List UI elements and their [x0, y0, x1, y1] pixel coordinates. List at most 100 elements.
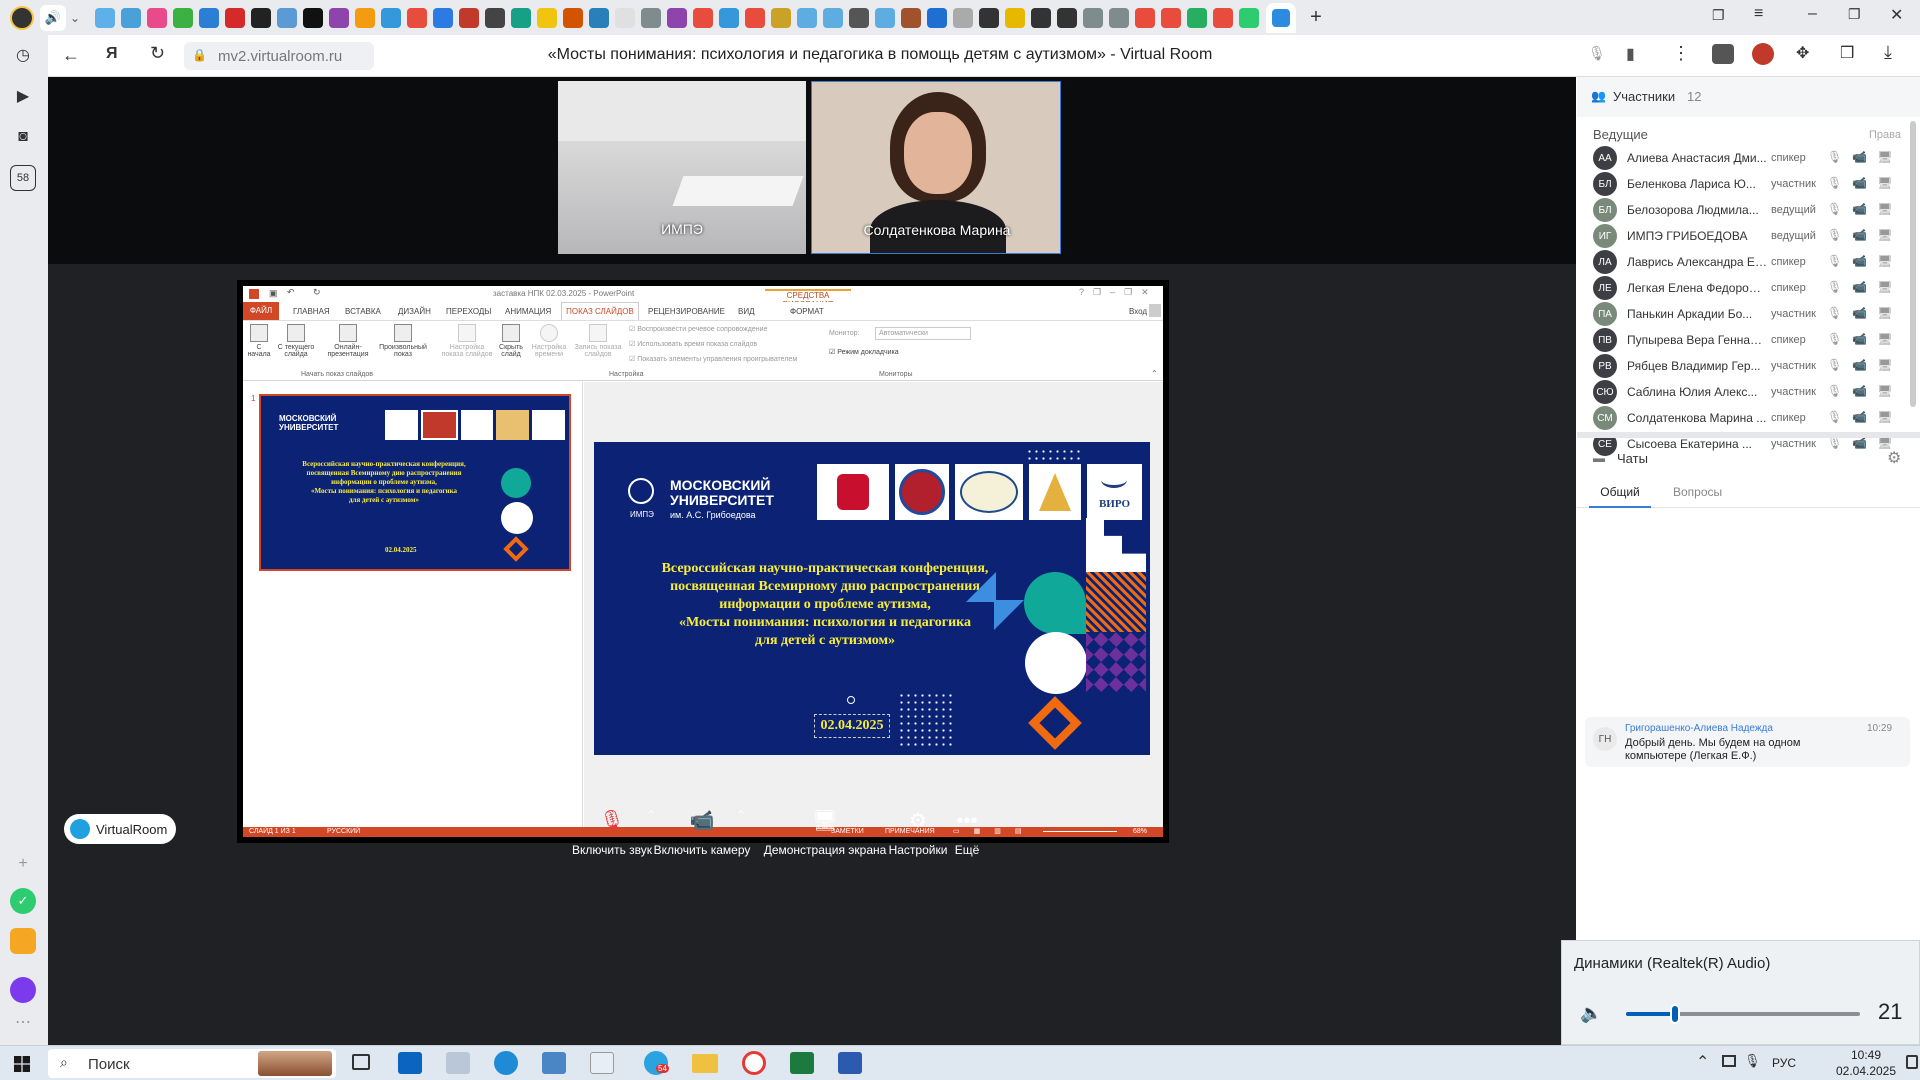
tab-icon[interactable]	[875, 7, 896, 28]
add-icon[interactable]: +	[10, 851, 36, 877]
rotate-handle-icon[interactable]	[847, 696, 855, 704]
tab-icon[interactable]	[901, 7, 922, 28]
participant-role[interactable]: спикер	[1771, 256, 1806, 268]
history-icon[interactable]: ◷	[10, 42, 36, 68]
online-button[interactable]: Онлайн-презентация	[323, 324, 373, 358]
tab-insert[interactable]: ВСТАВКА	[345, 307, 381, 316]
custom-show-button[interactable]: Произвольный показ	[375, 324, 431, 358]
tab-review[interactable]: РЕЦЕНЗИРОВАНИЕ	[648, 307, 725, 316]
language-indicator[interactable]: РУС	[1772, 1056, 1796, 1070]
more-vert-icon[interactable]: ⋮	[1672, 43, 1690, 64]
tab-file[interactable]: ФАЙЛ	[243, 302, 279, 320]
participant-role[interactable]: ведущий	[1771, 204, 1816, 216]
tab-icon[interactable]	[1213, 7, 1234, 28]
tab-icon[interactable]	[459, 7, 480, 28]
screen-share-button[interactable]: 🖥 Демонстрация экрана	[760, 809, 890, 857]
tab-format[interactable]: ФОРМАТ	[790, 307, 824, 316]
tab-icon[interactable]	[277, 7, 298, 28]
tab-animation[interactable]: АНИМАЦИЯ	[505, 307, 551, 316]
monitor-select[interactable]: Автоматически	[875, 327, 971, 340]
collections-icon[interactable]: ❒	[1840, 43, 1854, 63]
menu-icon[interactable]: ≡	[1754, 5, 1763, 23]
speaker-icon[interactable]: 🔈	[1580, 1003, 1602, 1024]
puzzle-icon[interactable]: ✥	[1796, 43, 1809, 63]
participant-controls-icon[interactable]: 🎙📹🖥	[1827, 306, 1902, 320]
ppt-undo-icon[interactable]: ↶	[287, 287, 295, 298]
setup-button[interactable]: Настройка показа слайдов	[439, 324, 495, 358]
extension-icon[interactable]	[1712, 44, 1734, 64]
ppt-save-icon[interactable]: ▣	[269, 288, 278, 299]
tray-chevron-icon[interactable]: ⌃	[1696, 1052, 1709, 1072]
audio-device-name[interactable]: Динамики (Realtek(R) Audio)	[1574, 955, 1770, 972]
tab-icon[interactable]	[719, 7, 740, 28]
tray-mic-icon[interactable]: 🎙	[1744, 1053, 1761, 1069]
tab-transitions[interactable]: ПЕРЕХОДЫ	[446, 307, 491, 316]
tab-icon[interactable]	[771, 7, 792, 28]
participant-role[interactable]: спикер	[1771, 282, 1806, 294]
url-field[interactable]: 🔒 mv2.virtualroom.ru	[184, 42, 374, 70]
clock-time[interactable]: 10:49	[1836, 1048, 1896, 1062]
download-icon[interactable]: ⤓	[1884, 42, 1892, 63]
video-tile-soldatenkova[interactable]: Солдатенкова Марина	[811, 81, 1061, 254]
outlook-app-icon[interactable]	[398, 1052, 422, 1074]
tab-icon[interactable]	[1057, 7, 1078, 28]
login-link[interactable]: Вход	[1129, 307, 1147, 316]
tab-icon[interactable]	[1083, 7, 1104, 28]
participant-controls-icon[interactable]: 🎙📹🖥	[1827, 150, 1902, 164]
tab-icon[interactable]	[355, 7, 376, 28]
tab-icon[interactable]	[1135, 7, 1156, 28]
badge-58[interactable]: 58	[10, 165, 36, 191]
participant-row[interactable]: БЛ Белозорова Людмила... ведущий 🎙📹🖥	[1577, 197, 1920, 223]
participant-role[interactable]: участник	[1771, 360, 1816, 372]
date-textbox[interactable]: 02.04.2025	[814, 714, 890, 738]
tab-icon[interactable]	[1161, 7, 1182, 28]
start-icon[interactable]	[14, 1056, 30, 1072]
participants-scrollbar[interactable]	[1910, 121, 1916, 407]
task-view-icon[interactable]	[352, 1054, 370, 1070]
participant-controls-icon[interactable]: 🎙📹🖥	[1827, 176, 1902, 190]
record-button[interactable]: Запись показа слайдов	[571, 324, 625, 358]
tab-icon[interactable]	[823, 7, 844, 28]
participant-role[interactable]: спикер	[1771, 412, 1806, 424]
tab-questions[interactable]: Вопросы	[1673, 478, 1722, 506]
collapse-ribbon-icon[interactable]: ⌃	[1151, 369, 1158, 378]
tab-icon[interactable]	[485, 7, 506, 28]
tab-icon[interactable]	[953, 7, 974, 28]
main-slide[interactable]: МОСКОВСКИЙ УНИВЕРСИТЕТ ИМПЭ им. А.С. Гриб…	[594, 442, 1150, 755]
participant-row[interactable]: ЛА Лаврись Александра Ев... спикер 🎙📹🖥	[1577, 249, 1920, 275]
tab-icon[interactable]	[745, 7, 766, 28]
folder-app-icon[interactable]	[692, 1054, 718, 1073]
tab-icon[interactable]	[615, 7, 636, 28]
volume-slider-thumb[interactable]	[1670, 1004, 1681, 1024]
tab-icon[interactable]	[381, 7, 402, 28]
tab-icon[interactable]	[1031, 7, 1052, 28]
edge-app-icon[interactable]	[494, 1051, 518, 1075]
tab-list-chevron-icon[interactable]: ⌄	[70, 11, 80, 25]
participant-row[interactable]: БЛ Беленкова Лариса Ю... участник 🎙📹🖥	[1577, 171, 1920, 197]
tab-icon[interactable]	[693, 7, 714, 28]
participant-row[interactable]: СМ Солдатенкова Марина ... спикер 🎙📹🖥	[1577, 405, 1920, 431]
tab-slideshow[interactable]: ПОКАЗ СЛАЙДОВ	[561, 302, 639, 320]
tab-general[interactable]: Общий	[1589, 478, 1651, 508]
presenter-mode-checkbox[interactable]: ☑ Режим докладчика	[829, 348, 899, 356]
tab-icon[interactable]	[667, 7, 688, 28]
tab-icon[interactable]	[537, 7, 558, 28]
participant-controls-icon[interactable]: 🎙📹🖥	[1827, 384, 1902, 398]
participant-role[interactable]: спикер	[1771, 334, 1806, 346]
yandex-icon[interactable]: Я	[106, 45, 118, 63]
user-avatar-icon[interactable]	[1149, 304, 1161, 317]
participant-row[interactable]: ЛЕ Легкая Елена Федоровна спикер 🎙📹🖥	[1577, 275, 1920, 301]
app-icon[interactable]	[10, 928, 36, 954]
tab-icon[interactable]	[979, 7, 1000, 28]
tab-icon[interactable]	[1109, 7, 1130, 28]
tab-icon[interactable]	[173, 7, 194, 28]
tab-icon[interactable]	[407, 7, 428, 28]
checkbox-controls[interactable]: ☑ Показать элементы управления проигрыва…	[629, 355, 797, 363]
volume-slider[interactable]	[1626, 1004, 1860, 1024]
bookmark-icon[interactable]: ▮	[1626, 44, 1635, 64]
tab-icon[interactable]	[511, 7, 532, 28]
tab-home[interactable]: ГЛАВНАЯ	[293, 307, 330, 316]
app-icon[interactable]	[590, 1052, 614, 1074]
more-dots-icon[interactable]: ⋯	[10, 1009, 36, 1035]
chat-settings-icon[interactable]: ⚙	[1887, 448, 1901, 468]
